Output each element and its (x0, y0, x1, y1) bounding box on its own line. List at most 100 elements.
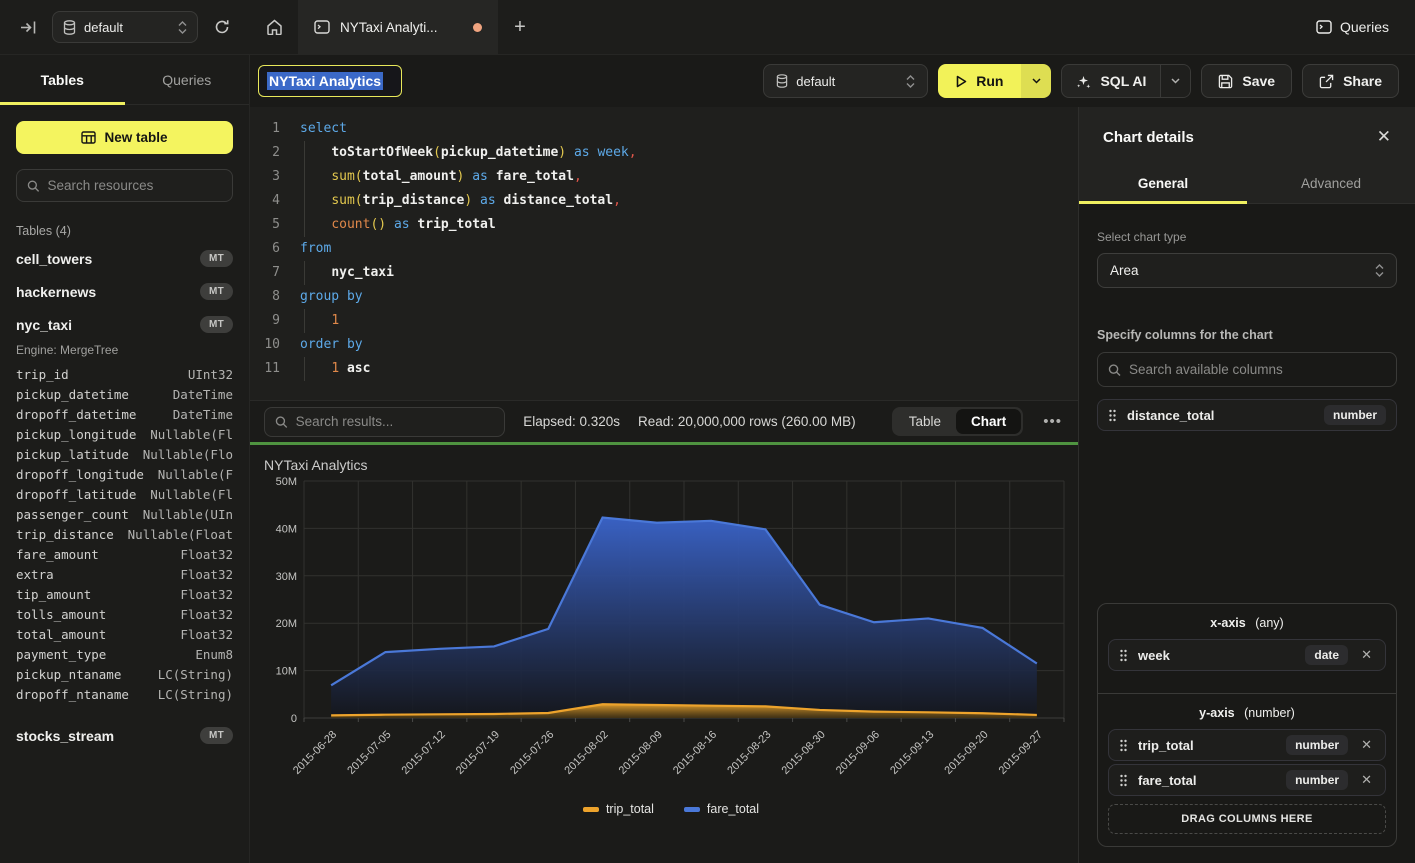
columns-label: Specify columns for the chart (1097, 328, 1397, 342)
chevron-down-icon (1171, 78, 1180, 84)
x-axis-items: weekdate✕ (1108, 639, 1386, 671)
column-chip[interactable]: trip_totalnumber✕ (1108, 729, 1386, 761)
topbar-database-select[interactable]: default (52, 11, 198, 43)
legend-item[interactable]: trip_total (583, 802, 654, 816)
new-table-button[interactable]: New table (16, 121, 233, 154)
area-chart: 010M20M30M40M50M2015-06-282015-07-052015… (264, 473, 1078, 795)
work-area: 1234567891011 select toStartOfWeek(picku… (250, 107, 1078, 863)
drag-handle-icon[interactable] (1119, 774, 1128, 787)
search-icon (1108, 363, 1121, 377)
unsaved-dot (473, 23, 482, 32)
new-tab-button[interactable]: + (498, 0, 542, 54)
home-tab[interactable] (250, 0, 298, 54)
view-chart-button[interactable]: Chart (956, 409, 1021, 434)
column-chip[interactable]: distance_totalnumber (1097, 399, 1397, 431)
column-name: dropoff_longitude (16, 465, 144, 485)
share-button[interactable]: Share (1302, 64, 1399, 98)
svg-text:2015-07-05: 2015-07-05 (345, 729, 393, 777)
column-type: Nullable(Float (128, 525, 233, 545)
columns-search-input[interactable] (1129, 362, 1386, 377)
sql-ai-options-button[interactable] (1160, 65, 1190, 97)
remove-icon[interactable]: ✕ (1358, 737, 1375, 753)
table-name: nyc_taxi (16, 317, 72, 333)
column-row: dropoff_latitudeNullable(Fl (16, 485, 233, 505)
top-bar: default NYTaxi Analyti... + Queries (0, 0, 1415, 55)
results-search-input[interactable] (296, 414, 495, 429)
table-name: cell_towers (16, 251, 92, 267)
sql-editor[interactable]: 1234567891011 select toStartOfWeek(picku… (250, 107, 1078, 400)
toolbar-database-select[interactable]: default (763, 64, 928, 98)
line-number: 10 (250, 333, 280, 357)
view-table-button[interactable]: Table (894, 409, 956, 434)
table-row[interactable]: hackernewsMT (16, 275, 233, 308)
drag-handle-icon[interactable] (1108, 409, 1117, 422)
code-line: from (294, 237, 1078, 261)
svg-text:2015-08-30: 2015-08-30 (780, 729, 828, 777)
chart-type-select[interactable]: Area (1097, 253, 1397, 288)
collapse-sidebar-icon[interactable] (14, 13, 42, 41)
details-tabs: General Advanced (1079, 163, 1415, 204)
chip-name: fare_total (1138, 773, 1276, 788)
legend-swatch (583, 807, 599, 812)
drag-handle-icon[interactable] (1119, 649, 1128, 662)
svg-text:2015-09-13: 2015-09-13 (888, 729, 936, 777)
x-axis-box: x-axis (any) weekdate✕ (1097, 603, 1397, 694)
sidebar: Tables Queries New table Tables (4) cell… (0, 55, 250, 863)
home-icon (266, 19, 283, 35)
column-name: trip_distance (16, 525, 114, 545)
save-icon (1218, 74, 1233, 89)
chevron-down-icon (1032, 78, 1041, 84)
table-row[interactable]: nyc_taxiMT (16, 308, 233, 341)
tab-advanced[interactable]: Advanced (1247, 163, 1415, 203)
table-row[interactable]: stocks_streamMT (16, 719, 233, 752)
column-name: payment_type (16, 645, 106, 665)
column-type: Float32 (180, 625, 233, 645)
tab-general[interactable]: General (1079, 163, 1247, 203)
code-line: 1 (294, 309, 1078, 333)
save-button[interactable]: Save (1201, 64, 1292, 98)
query-title-input[interactable]: NYTaxi Analytics (258, 65, 402, 97)
chevron-updown-icon (1375, 264, 1384, 277)
sidebar-search-input[interactable] (48, 178, 222, 193)
sidebar-tab-queries[interactable]: Queries (125, 55, 250, 104)
column-row: tip_amountFloat32 (16, 585, 233, 605)
table-row[interactable]: cell_towersMT (16, 242, 233, 275)
remove-icon[interactable]: ✕ (1358, 772, 1375, 788)
run-options-button[interactable] (1021, 64, 1051, 98)
more-options-icon[interactable]: ••• (1041, 413, 1064, 430)
x-axis-hint: (any) (1255, 616, 1283, 630)
line-number: 8 (250, 285, 280, 309)
svg-text:30M: 30M (276, 571, 297, 583)
query-tab[interactable]: NYTaxi Analyti... (298, 0, 498, 54)
columns-search (1097, 352, 1397, 387)
column-name: dropoff_latitude (16, 485, 136, 505)
tab-strip: NYTaxi Analyti... + (250, 0, 1316, 54)
sql-ai-button[interactable]: SQL AI (1062, 65, 1160, 97)
queries-button[interactable]: Queries (1316, 19, 1389, 35)
refresh-icon[interactable] (208, 13, 236, 41)
queries-icon (1316, 20, 1332, 34)
svg-text:2015-08-02: 2015-08-02 (562, 729, 610, 777)
run-button[interactable]: Run (938, 64, 1021, 98)
line-number: 6 (250, 237, 280, 261)
play-icon (956, 75, 967, 88)
drag-handle-icon[interactable] (1119, 739, 1128, 752)
column-name: pickup_longitude (16, 425, 136, 445)
svg-text:2015-06-28: 2015-06-28 (291, 729, 339, 777)
column-chip[interactable]: weekdate✕ (1108, 639, 1386, 671)
drop-zone[interactable]: DRAG COLUMNS HERE (1108, 804, 1386, 834)
legend-item[interactable]: fare_total (684, 802, 759, 816)
topbar-database-value: default (84, 20, 123, 35)
column-type: Float32 (180, 545, 233, 565)
terminal-icon (314, 20, 330, 34)
sidebar-tab-tables[interactable]: Tables (0, 55, 125, 104)
chevron-updown-icon (906, 75, 915, 88)
chart-type-label: Select chart type (1097, 230, 1397, 244)
close-icon[interactable]: ✕ (1377, 127, 1391, 147)
search-icon (27, 179, 40, 193)
code-line: count() as trip_total (294, 213, 1078, 237)
sql-ai-label: SQL AI (1100, 73, 1146, 89)
remove-icon[interactable]: ✕ (1358, 647, 1375, 663)
column-row: pickup_ntanameLC(String) (16, 665, 233, 685)
column-chip[interactable]: fare_totalnumber✕ (1108, 764, 1386, 796)
